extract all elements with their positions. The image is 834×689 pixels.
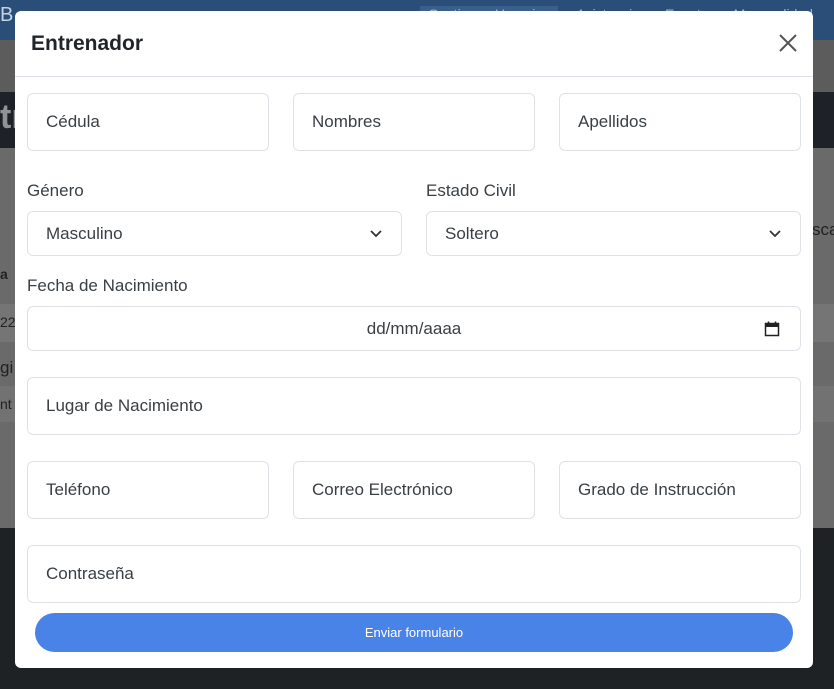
cedula-input[interactable]: Cédula bbox=[27, 93, 269, 151]
lugar-nacimiento-placeholder: Lugar de Nacimiento bbox=[46, 396, 203, 415]
fecha-nacimiento-label: Fecha de Nacimiento bbox=[27, 276, 188, 295]
nombres-input[interactable]: Nombres bbox=[293, 93, 535, 151]
telefono-placeholder: Teléfono bbox=[46, 480, 111, 499]
close-icon bbox=[779, 34, 797, 52]
background-text-fragment: a bbox=[0, 266, 8, 282]
modal-title: Entrenador bbox=[31, 32, 144, 55]
submit-button[interactable]: Enviar formulario bbox=[35, 613, 793, 652]
apellidos-placeholder: Apellidos bbox=[578, 112, 647, 131]
estado-civil-label: Estado Civil bbox=[426, 181, 516, 200]
genero-select[interactable]: Masculino bbox=[27, 211, 402, 256]
close-button[interactable] bbox=[777, 32, 799, 54]
grado-instruccion-placeholder: Grado de Instrucción bbox=[578, 480, 736, 499]
contrasena-input[interactable]: Contraseña bbox=[27, 545, 801, 603]
background-text-fragment: nt bbox=[0, 396, 12, 412]
background-text-fragment: gi bbox=[0, 358, 14, 377]
estado-civil-select[interactable]: Soltero bbox=[426, 211, 801, 256]
correo-input[interactable]: Correo Electrónico bbox=[293, 461, 535, 519]
brand-logo-fragment: B bbox=[0, 4, 14, 26]
cedula-placeholder: Cédula bbox=[46, 112, 100, 131]
telefono-input[interactable]: Teléfono bbox=[27, 461, 269, 519]
grado-instruccion-input[interactable]: Grado de Instrucción bbox=[559, 461, 801, 519]
fecha-nacimiento-value: dd/mm/aaaa bbox=[366, 318, 462, 338]
contrasena-placeholder: Contraseña bbox=[46, 564, 134, 583]
lugar-nacimiento-input[interactable]: Lugar de Nacimiento bbox=[27, 377, 801, 435]
modal-header: Entrenador bbox=[15, 11, 813, 77]
fecha-nacimiento-input[interactable]: dd/mm/aaaa bbox=[27, 306, 801, 351]
chevron-down-icon bbox=[370, 229, 382, 237]
apellidos-input[interactable]: Apellidos bbox=[559, 93, 801, 151]
nombres-placeholder: Nombres bbox=[312, 112, 381, 131]
calendar-icon[interactable] bbox=[764, 321, 780, 337]
genero-label: Género bbox=[27, 181, 84, 200]
chevron-down-icon bbox=[769, 229, 781, 237]
estado-civil-selected-value: Soltero bbox=[445, 223, 499, 243]
entrenador-modal: Entrenador Cédula Nombres Apellidos Géne… bbox=[15, 11, 813, 668]
background-text-fragment: 22 bbox=[0, 314, 16, 330]
correo-placeholder: Correo Electrónico bbox=[312, 480, 453, 499]
background-text-fragment: sca bbox=[812, 220, 834, 239]
genero-selected-value: Masculino bbox=[46, 223, 123, 243]
